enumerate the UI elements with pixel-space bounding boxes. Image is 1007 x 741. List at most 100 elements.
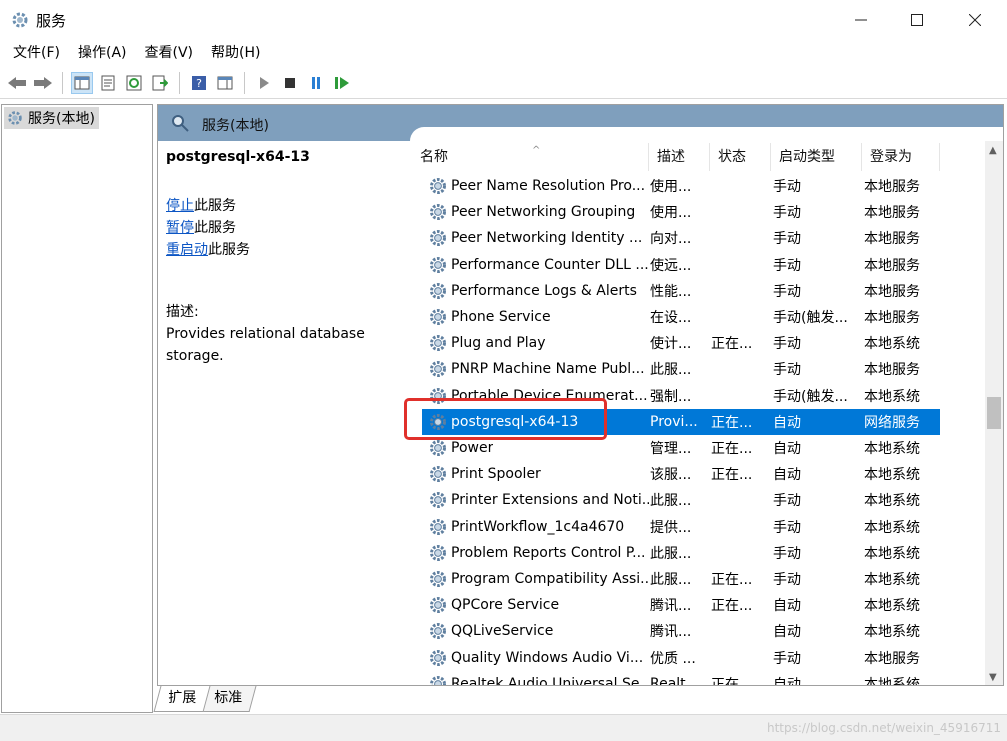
cell-logon-as: 本地系统: [864, 467, 920, 484]
console-tree-icon: [74, 76, 90, 89]
cell-logon-as: 本地系统: [864, 519, 920, 536]
cell-startup-type: 自动: [773, 414, 801, 431]
table-row[interactable]: Peer Networking Identity ... 向对... 手动 本地服务: [422, 225, 940, 251]
menu-action[interactable]: 操作(A): [69, 39, 136, 67]
table-row[interactable]: PNRP Machine Name Publ... 此服... 手动 本地服务: [422, 356, 940, 382]
start-service-button[interactable]: [253, 72, 275, 94]
service-gear-icon: [430, 440, 446, 456]
arrow-left-icon: [8, 76, 26, 89]
service-name: Print Spooler: [451, 466, 541, 483]
action-suffix: 此服务: [208, 242, 250, 258]
description-text: Provides relational database storage.: [166, 326, 365, 364]
tab-label: 扩展: [168, 690, 197, 706]
cell-startup-type: 手动: [773, 650, 801, 667]
cell-startup-type: 手动: [773, 179, 801, 195]
menu-help[interactable]: 帮助(H): [202, 39, 269, 67]
cell-description: 该服...: [650, 467, 692, 484]
forward-button[interactable]: [32, 72, 54, 94]
column-header-startup-type[interactable]: 启动类型: [771, 143, 862, 171]
cell-startup-type: 手动: [773, 545, 801, 562]
service-detail-panel: postgresql-x64-13 停止此服务 暂停此服务 重启动此服务 描述:…: [158, 141, 412, 685]
table-row[interactable]: Phone Service 在设... 手动(触发... 本地服务: [422, 304, 940, 330]
table-row[interactable]: Program Compatibility Assi... 此服... 正在... 手…: [422, 566, 940, 592]
cell-status: 正在...: [711, 598, 753, 615]
cell-status: 正在...: [711, 676, 753, 686]
service-name: Performance Counter DLL ...: [451, 256, 649, 273]
table-row[interactable]: Printer Extensions and Noti... 此服... 手动 本地系…: [422, 487, 940, 513]
table-row[interactable]: Realtek Audio Universal Se... Realt... 正在.…: [422, 671, 940, 686]
table-row[interactable]: Performance Logs & Alerts 性能... 手动 本地服务: [422, 278, 940, 304]
cell-description: 在设...: [650, 310, 692, 326]
refresh-button[interactable]: [123, 72, 145, 94]
cell-description: 管理...: [650, 441, 692, 457]
tree-node-services-local[interactable]: 服务(本地): [4, 107, 99, 129]
tab-extended[interactable]: 扩展: [153, 686, 211, 712]
pause-service-button[interactable]: [305, 72, 327, 94]
column-header-label: 描述: [657, 149, 685, 165]
service-gear-icon: [430, 466, 446, 483]
cell-startup-type: 手动(触发...: [773, 388, 848, 405]
scrollbar-thumb[interactable]: [987, 397, 1001, 429]
scroll-down-icon[interactable]: ▼: [989, 672, 997, 683]
column-header-name[interactable]: ^ 名称: [412, 143, 649, 171]
show-action-pane-button[interactable]: [214, 72, 236, 94]
table-row[interactable]: QQLiveService 腾讯... 自动 本地系统: [422, 618, 940, 644]
table-row[interactable]: Plug and Play 使计... 正在... 手动 本地系统: [422, 330, 940, 356]
cell-description: 向对...: [650, 231, 692, 248]
stop-service-button[interactable]: [279, 72, 301, 94]
table-row[interactable]: Peer Name Resolution Pro... 使用... 手动 本地服务: [422, 173, 940, 199]
cell-name: Performance Logs & Alerts: [422, 281, 649, 301]
table-row[interactable]: Peer Networking Grouping 使用... 手动 本地服务: [422, 199, 940, 225]
column-header-logon-as[interactable]: 登录为: [862, 143, 940, 171]
cell-logon-as: 网络服务: [864, 414, 920, 431]
service-name: Peer Networking Identity ...: [451, 230, 643, 247]
menu-view[interactable]: 查看(V): [136, 39, 203, 67]
stop-service-link[interactable]: 停止: [166, 198, 194, 214]
cell-logon-as: 本地服务: [864, 179, 920, 195]
cell-logon-as: 本地服务: [864, 310, 920, 326]
cell-startup-type: 自动: [773, 441, 801, 457]
restart-service-link[interactable]: 重启动: [166, 242, 208, 258]
properties-button[interactable]: [97, 72, 119, 94]
pause-service-link[interactable]: 暂停: [166, 220, 194, 236]
maximize-button[interactable]: [888, 0, 946, 39]
cell-startup-type: 手动: [773, 257, 801, 274]
cell-description: Realt...: [650, 675, 700, 686]
table-row[interactable]: Print Spooler 该服... 正在... 自动 本地系统: [422, 461, 940, 487]
column-header-status[interactable]: 状态: [710, 143, 771, 171]
table-row[interactable]: Performance Counter DLL ... 使远... 手动 本地服务: [422, 252, 940, 278]
export-list-button[interactable]: [149, 72, 171, 94]
help-button[interactable]: ?: [188, 72, 210, 94]
cell-logon-as: 本地系统: [864, 572, 920, 588]
cell-logon-as: 本地系统: [864, 493, 920, 510]
service-gear-icon: [430, 518, 446, 535]
show-console-tree-button[interactable]: [71, 71, 93, 94]
service-name: QPCore Service: [451, 597, 560, 614]
service-name: Performance Logs & Alerts: [451, 282, 637, 299]
table-row[interactable]: PrintWorkflow_1c4a4670 提供... 手动 本地系统: [422, 514, 940, 540]
service-gear-icon: [430, 571, 446, 587]
cell-name: PNRP Machine Name Publ...: [422, 359, 649, 379]
cell-description: 此服...: [650, 545, 692, 562]
close-button[interactable]: [946, 0, 1004, 39]
table-row[interactable]: Problem Reports Control P... 此服... 手动 本地系统: [422, 540, 940, 566]
vertical-scrollbar[interactable]: ▲ ▼: [985, 141, 1003, 685]
cell-status: 正在...: [711, 336, 753, 353]
minimize-button[interactable]: [832, 0, 890, 39]
cell-startup-type: 手动: [773, 231, 801, 248]
restart-service-button[interactable]: [331, 72, 353, 94]
service-gear-icon: [430, 282, 446, 299]
cell-description: 使计...: [650, 336, 692, 353]
cell-description: 此服...: [650, 362, 692, 379]
table-row[interactable]: Quality Windows Audio Vi... 优质 ... 手动 本地服务: [422, 645, 940, 671]
menu-file[interactable]: 文件(F): [4, 39, 69, 67]
cell-startup-type: 自动: [773, 467, 801, 484]
table-row[interactable]: QPCore Service 腾讯... 正在... 自动 本地系统: [422, 592, 940, 618]
back-button[interactable]: [6, 72, 28, 94]
window-title: 服务: [36, 12, 67, 30]
column-header-description[interactable]: 描述: [649, 143, 710, 171]
cell-startup-type: 手动: [773, 336, 801, 353]
scroll-up-icon[interactable]: ▲: [989, 145, 997, 156]
tree-node-label: 服务(本地): [28, 111, 95, 127]
cell-logon-as: 本地服务: [864, 650, 920, 667]
